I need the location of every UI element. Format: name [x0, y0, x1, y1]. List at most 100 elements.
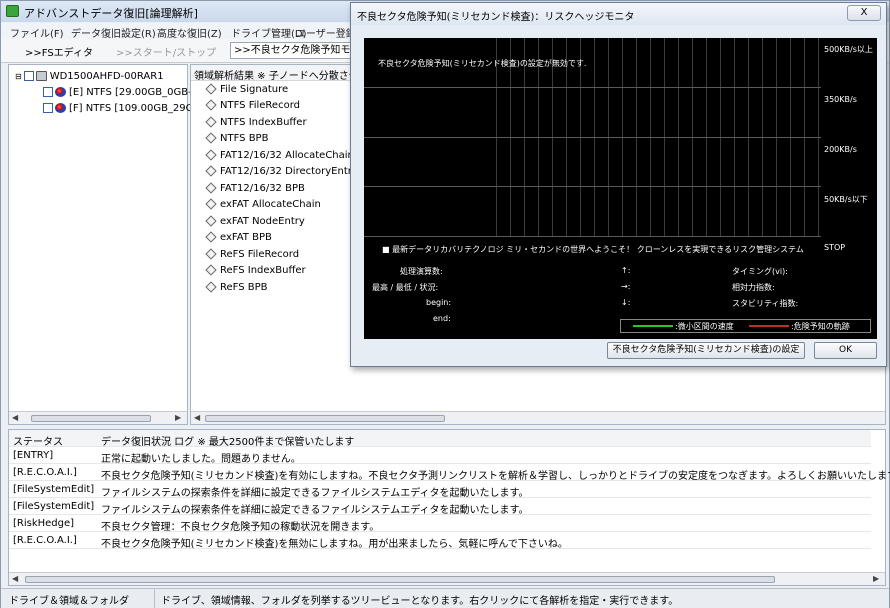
- list-item[interactable]: ReFS FileRecord: [205, 248, 299, 265]
- node-icon: [205, 281, 217, 293]
- list-item-label: exFAT BPB: [220, 232, 272, 243]
- list-item-label: NTFS BPB: [220, 133, 269, 144]
- log-message: 不良セクタ危険予知(ミリセカンド検査)を無効にしますね。用が出来ましたら、気軽に…: [101, 539, 568, 550]
- list-item[interactable]: NTFS FileRecord: [205, 99, 300, 116]
- menu-advanced-recovery[interactable]: 高度な復旧(Z): [157, 25, 222, 40]
- list-item-label: NTFS IndexBuffer: [220, 117, 307, 128]
- list-item-label: FAT12/16/32 BPB: [220, 183, 305, 194]
- log-status: [FileSystemEdit]: [13, 484, 95, 495]
- stat-label: end:: [433, 314, 451, 323]
- list-item[interactable]: exFAT BPB: [205, 231, 272, 248]
- tab-start-stop[interactable]: >>スタート/ストップ: [116, 44, 216, 59]
- list-horizontal-scrollbar[interactable]: ◀: [191, 411, 885, 424]
- table-row[interactable]: [R.E.C.O.A.I.] 不良セクタ危険予知(ミリセカンド検査)を無効にします…: [9, 532, 871, 550]
- list-item[interactable]: ReFS IndexBuffer: [205, 264, 306, 281]
- log-message: ファイルシステムの探索条件を詳細に設定できるファイルシステムエディタを起動いたし…: [101, 505, 529, 516]
- stat-label: 処理演算数:: [400, 267, 443, 276]
- list-item[interactable]: FAT12/16/32 AllocateChain: [205, 149, 354, 166]
- legend-label-speed: :微小区間の速度: [675, 322, 734, 331]
- menu-file[interactable]: ファイル(F): [10, 25, 64, 40]
- list-item[interactable]: NTFS IndexBuffer: [205, 116, 307, 133]
- tree-horizontal-scrollbar[interactable]: ◀ ▶: [9, 411, 187, 424]
- scroll-left-icon[interactable]: ◀: [12, 574, 18, 583]
- menu-recovery-settings[interactable]: データ復旧設定(R): [71, 25, 156, 40]
- log-header-message: データ復旧状況 ログ ※ 最大2500件まで保管いたします: [101, 437, 355, 448]
- scroll-left-icon[interactable]: ◀: [194, 413, 200, 422]
- close-button[interactable]: X: [847, 5, 881, 21]
- hard-disk-icon: [35, 71, 47, 81]
- list-item[interactable]: NTFS BPB: [205, 132, 269, 149]
- app-icon: [6, 5, 19, 17]
- list-item-label: FAT12/16/32 DirectoryEntry: [220, 166, 358, 177]
- legend-swatch-speed: [633, 325, 673, 327]
- list-item[interactable]: File Signature: [205, 83, 289, 100]
- tree-item-label: [E] NTFS [29.00GB_0GB-: [69, 87, 192, 98]
- log-status: [RiskHedge]: [13, 518, 75, 529]
- disabled-message: 不良セクタ危険予知(ミリセカンド検査)の設定が無効です.: [378, 59, 587, 68]
- node-icon: [205, 182, 217, 194]
- status-panel-left: ドライブ＆領域＆フォルダ: [9, 596, 129, 607]
- list-item-label: NTFS FileRecord: [220, 100, 300, 111]
- welcome-message: ■ 最新データリカバリテクノロジ ミリ・セカンドの世界へようこそ！ クローンレス…: [382, 245, 804, 254]
- partition-icon: [55, 87, 66, 97]
- log-message: 正常に起動いたしました。問題ありません。: [101, 454, 301, 465]
- scrollbar-thumb[interactable]: [205, 415, 445, 422]
- legend-label-risk: :危険予知の軌跡: [791, 322, 850, 331]
- log-horizontal-scrollbar[interactable]: ◀ ▶: [9, 572, 885, 585]
- close-icon: X: [860, 7, 868, 18]
- graph-legend: :微小区間の速度 :危険予知の軌跡: [620, 319, 871, 333]
- drive-tree-view[interactable]: ⊟ WD1500AHFD-00RAR1 [E] NTFS [29.00GB_0GB…: [8, 64, 193, 425]
- scale-label: 500KB/s以上: [824, 45, 873, 54]
- list-item[interactable]: exFAT NodeEntry: [205, 215, 305, 232]
- tree-checkbox[interactable]: [23, 71, 34, 81]
- dialog-title: 不良セクタ危険予知(ミリセカンド検査)：リスクヘッジモニタ: [357, 12, 635, 23]
- bad-sector-settings-button[interactable]: 不良セクタ危険予知(ミリセカンド検査)の設定: [607, 342, 805, 359]
- node-icon: [205, 116, 217, 128]
- ok-button[interactable]: OK: [814, 342, 877, 359]
- list-item-label: File Signature: [220, 84, 289, 95]
- window-title: アドバンストデータ復旧[論理解析]: [24, 7, 198, 20]
- tree-item-partition-e[interactable]: [E] NTFS [29.00GB_0GB-: [43, 87, 192, 103]
- tree-item-drive[interactable]: ⊟ WD1500AHFD-00RAR1: [15, 71, 164, 87]
- node-icon: [205, 248, 217, 260]
- tree-item-label: WD1500AHFD-00RAR1: [49, 71, 164, 82]
- table-row[interactable]: [FileSystemEdit] ファイルシステムの探索条件を詳細に設定できるファ…: [9, 498, 871, 516]
- status-panel-right: ドライブ、領域情報、フォルダを列挙するツリービューとなります。右クリックにて各解…: [161, 596, 679, 607]
- tree-item-partition-f[interactable]: [F] NTFS [109.00GB_29G: [43, 103, 193, 119]
- collapse-icon[interactable]: ⊟: [15, 72, 22, 81]
- scroll-left-icon[interactable]: ◀: [12, 413, 18, 422]
- stat-label: ↓:: [621, 298, 631, 307]
- table-row[interactable]: [R.E.C.O.A.I.] 不良セクタ危険予知(ミリセカンド検査)を有効にします…: [9, 464, 890, 482]
- table-row[interactable]: [ENTRY] 正常に起動いたしました。問題ありません。: [9, 447, 871, 465]
- log-status: [R.E.C.O.A.I.]: [13, 535, 77, 546]
- log-status: [FileSystemEdit]: [13, 501, 95, 512]
- log-message: ファイルシステムの探索条件を詳細に設定できるファイルシステムエディタを起動いたし…: [101, 488, 529, 499]
- tree-checkbox[interactable]: [43, 103, 53, 113]
- stat-label: スタビリティ指数:: [732, 299, 799, 308]
- table-row[interactable]: [RiskHedge] 不良セクタ管理：不良セクタ危険予知の稼動状況を開きます。: [9, 515, 871, 533]
- grid-line: [364, 87, 821, 88]
- table-row[interactable]: [FileSystemEdit] ファイルシステムの探索条件を詳細に設定できるファ…: [9, 481, 871, 499]
- list-item-label: exFAT NodeEntry: [220, 216, 305, 227]
- scroll-right-icon[interactable]: ▶: [873, 574, 879, 583]
- risk-hedge-monitor-dialog: 不良セクタ危険予知(ミリセカンド検査)：リスクヘッジモニタ X 不良セクタ危険予…: [350, 2, 887, 367]
- stat-label: →:: [621, 282, 631, 291]
- scrollbar-thumb[interactable]: [25, 576, 775, 583]
- stat-label: タイミング(vi):: [732, 267, 788, 276]
- scrollbar-thumb[interactable]: [31, 415, 151, 422]
- legend-swatch-risk: [749, 325, 789, 327]
- stat-label: begin:: [426, 298, 452, 307]
- list-item[interactable]: FAT12/16/32 BPB: [205, 182, 305, 199]
- node-icon: [205, 231, 217, 243]
- list-item-label: ReFS IndexBuffer: [220, 265, 306, 276]
- tab-fs-editor[interactable]: >>FSエディタ: [25, 44, 93, 59]
- log-message: 不良セクタ危険予知(ミリセカンド検査)を有効にしますね。不良セクタ予測リンクリス…: [101, 471, 890, 482]
- scroll-right-icon[interactable]: ▶: [175, 413, 181, 422]
- dialog-title-bar: 不良セクタ危険予知(ミリセカンド検査)：リスクヘッジモニタ X: [351, 3, 886, 25]
- list-item[interactable]: exFAT AllocateChain: [205, 198, 321, 215]
- log-header-row: ステータス データ復旧状況 ログ ※ 最大2500件まで保管いたします: [9, 430, 871, 448]
- list-item[interactable]: ReFS BPB: [205, 281, 268, 298]
- list-item[interactable]: FAT12/16/32 DirectoryEntry: [205, 165, 358, 182]
- tree-checkbox[interactable]: [43, 87, 53, 97]
- log-status: [ENTRY]: [13, 450, 54, 461]
